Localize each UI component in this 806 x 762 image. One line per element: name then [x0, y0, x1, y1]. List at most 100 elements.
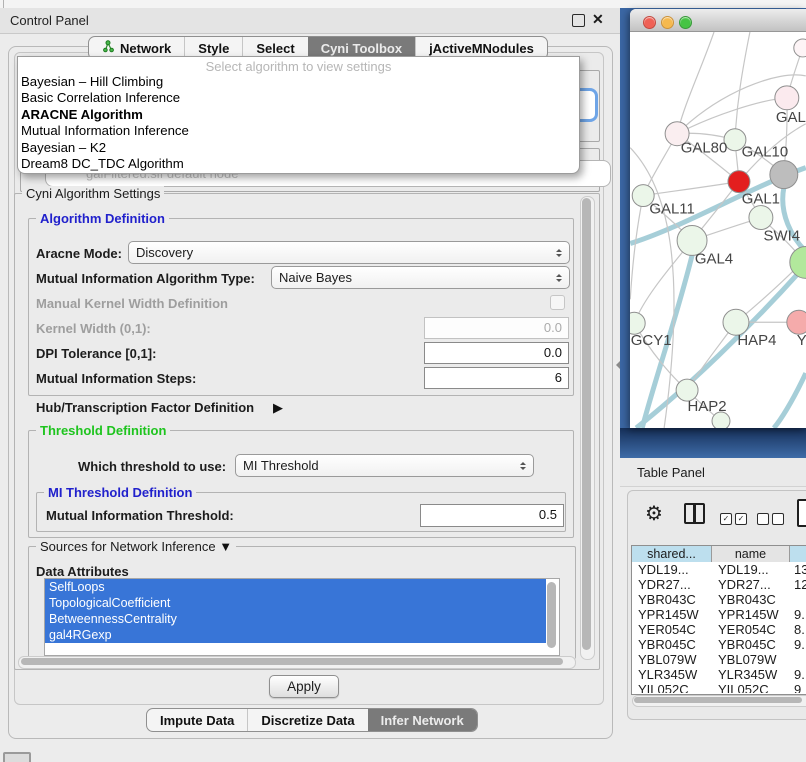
table-cell — [790, 652, 806, 667]
tab-jactivemnodules-label: jActiveMNodules — [429, 41, 534, 56]
manual-kernel-checkbox[interactable] — [550, 295, 565, 310]
algorithm-item-mutual-information-inference[interactable]: Mutual Information Inference — [21, 123, 576, 139]
data-attributes-list[interactable]: SelfLoopsTopologicalCoefficientBetweenne… — [44, 578, 560, 656]
tab-discretize-data-label: Discretize Data — [261, 713, 354, 728]
zoom-button[interactable] — [679, 16, 692, 29]
document-icon[interactable] — [797, 499, 806, 527]
network-edge[interactable] — [677, 32, 714, 134]
network-icon — [102, 40, 115, 56]
attribute-item-betweennesscentrality[interactable]: BetweennessCentrality — [45, 611, 546, 627]
column-header-name[interactable]: name — [712, 546, 790, 562]
attribute-item-topologicalcoefficient[interactable]: TopologicalCoefficient — [45, 595, 546, 611]
table-row[interactable]: YIL052CYIL052C9 — [632, 682, 806, 693]
close-icon[interactable]: ✕ — [592, 11, 604, 28]
attribute-item-gal4rgexp[interactable]: gal4RGexp — [45, 627, 546, 643]
table-cell: 9. — [790, 607, 806, 622]
table-row[interactable]: YBR045CYBR045C9. — [632, 637, 806, 652]
sources-collapse-arrow-icon[interactable]: ▼ — [219, 539, 232, 554]
network-node[interactable] — [794, 39, 806, 57]
algorithm-definition-title: Algorithm Definition — [36, 211, 169, 226]
splitter-collapse-arrow-icon[interactable] — [612, 361, 620, 369]
mi-type-combo[interactable]: Naive Bayes — [271, 266, 570, 289]
mi-steps-field[interactable]: 6 — [424, 367, 569, 389]
table-row[interactable]: YDR27...YDR27...12 — [632, 577, 806, 592]
network-node[interactable] — [790, 246, 806, 278]
which-threshold-label: Which threshold to use: — [78, 459, 226, 474]
network-window-titlebar[interactable] — [630, 9, 806, 32]
table-row[interactable]: YLR345WYLR345W9. — [632, 667, 806, 682]
network-canvas[interactable]: GALGAL80GAL10GAL1GAL11SWI4GAL4GCY1HAP4YH… — [630, 32, 806, 428]
network-node-gcy1[interactable] — [630, 312, 645, 334]
apply-button[interactable]: Apply — [269, 675, 339, 698]
table-cell: 9 — [790, 682, 806, 693]
algorithm-item-aracne-algorithm[interactable]: ARACNE Algorithm — [21, 107, 576, 123]
node-label-gal: GAL — [776, 109, 806, 126]
network-edge[interactable] — [735, 32, 750, 140]
algorithm-popup-placeholder: Select algorithm to view settings — [18, 59, 579, 74]
node-label-hap4: HAP4 — [737, 332, 776, 349]
algorithm-item-bayesian-k2[interactable]: Bayesian – K2 — [21, 140, 576, 156]
table-cell: 13 — [790, 562, 806, 577]
data-attributes-label: Data Attributes — [36, 564, 129, 579]
table-row[interactable]: YBL079WYBL079W — [632, 652, 806, 667]
kernel-width-field[interactable]: 0.0 — [424, 317, 569, 339]
table-cell: 9. — [790, 637, 806, 652]
apply-button-label: Apply — [287, 679, 321, 694]
table-cell: YPR145W — [632, 607, 712, 622]
table-row[interactable]: YER054CYER054C8. — [632, 622, 806, 637]
dpi-tolerance-field[interactable]: 0.0 — [424, 342, 569, 364]
minimize-button[interactable] — [661, 16, 674, 29]
gear-icon[interactable]: ⚙ — [645, 501, 663, 526]
checked-columns-icon[interactable]: ✓✓ — [720, 508, 747, 526]
close-button[interactable] — [643, 16, 656, 29]
attributes-list-scrollbar-thumb[interactable] — [547, 582, 556, 648]
desktop-shade — [620, 428, 806, 458]
aracne-mode-combo[interactable]: Discovery — [128, 241, 570, 264]
table-cell — [790, 592, 806, 607]
attribute-item-selfloops[interactable]: SelfLoops — [45, 579, 546, 595]
which-threshold-combo[interactable]: MI Threshold — [235, 454, 534, 477]
column-header-a[interactable]: A — [790, 546, 806, 562]
node-label-gal10: GAL10 — [742, 144, 789, 161]
network-node-y[interactable] — [787, 310, 806, 334]
hub-expand-arrow-icon[interactable]: ▶ — [273, 400, 283, 416]
table-row[interactable]: YBR043CYBR043C — [632, 592, 806, 607]
settings-vertical-scrollbar-thumb[interactable] — [582, 198, 591, 650]
network-node-gal1[interactable] — [728, 171, 750, 193]
tab-impute-data[interactable]: Impute Data — [147, 709, 247, 731]
float-icon[interactable] — [572, 14, 585, 27]
mi-steps-label: Mutual Information Steps: — [36, 371, 196, 386]
table-row[interactable]: YPR145WYPR145W9. — [632, 607, 806, 622]
algorithm-item-basic-correlation-inference[interactable]: Basic Correlation Inference — [21, 90, 576, 106]
table-cell: YBR045C — [712, 637, 790, 652]
network-node[interactable] — [770, 161, 798, 189]
which-threshold-value: MI Threshold — [243, 458, 520, 473]
algorithm-dropdown-popup: Select algorithm to view settings Bayesi… — [17, 56, 580, 174]
tab-select-label: Select — [256, 41, 294, 56]
minimized-panel-icon[interactable] — [3, 752, 31, 762]
tab-discretize-data[interactable]: Discretize Data — [247, 709, 367, 731]
control-panel-titlebar: Control Panel — [0, 8, 620, 34]
algorithm-item-bayesian-hill-climbing[interactable]: Bayesian – Hill Climbing — [21, 74, 576, 90]
tab-impute-data-label: Impute Data — [160, 713, 234, 728]
mi-threshold-group-title: MI Threshold Definition — [44, 485, 196, 500]
tab-infer-network[interactable]: Infer Network — [368, 709, 477, 731]
table-horizontal-scrollbar-thumb[interactable] — [634, 697, 802, 703]
table-cell: YDR27... — [632, 577, 712, 592]
table-cell: YBR045C — [632, 637, 712, 652]
control-panel-title: Control Panel — [0, 13, 89, 28]
column-header-shared-[interactable]: shared... — [632, 546, 712, 562]
network-edge[interactable] — [677, 98, 787, 134]
algorithm-item-dream8-dc-tdc-algorithm[interactable]: Dream8 DC_TDC Algorithm — [21, 156, 576, 172]
settings-horizontal-scrollbar-thumb[interactable] — [21, 658, 563, 665]
split-view-icon[interactable] — [684, 503, 705, 524]
network-node-swi4[interactable] — [749, 206, 773, 230]
table-row[interactable]: YDL19...YDL19...13 — [632, 562, 806, 577]
network-edge[interactable] — [630, 196, 643, 300]
network-window[interactable]: GALGAL80GAL10GAL1GAL11SWI4GAL4GCY1HAP4YH… — [630, 9, 806, 428]
network-node-gal[interactable] — [775, 86, 799, 110]
network-edge[interactable] — [774, 373, 806, 428]
mi-threshold-field[interactable]: 0.5 — [420, 504, 564, 527]
unchecked-columns-icon[interactable] — [757, 508, 784, 526]
node-label-y: Y — [797, 332, 806, 349]
